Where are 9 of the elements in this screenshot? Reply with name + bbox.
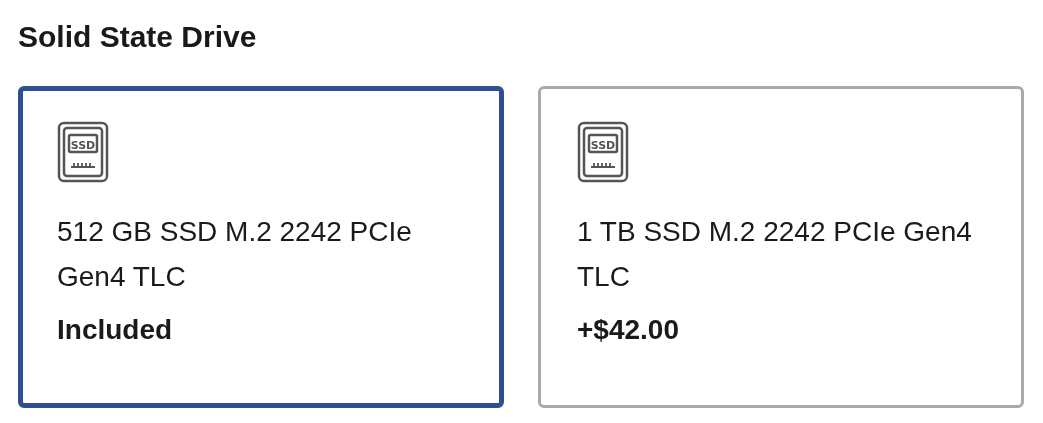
option-card[interactable]: SSD 512 GB SSD M.2 2242 PCIe Gen4 TLC Included (18, 86, 504, 408)
option-card[interactable]: SSD 1 TB SSD M.2 2242 PCIe Gen4 TLC +$42.00 (538, 86, 1024, 408)
option-price: Included (57, 313, 174, 347)
option-name: 512 GB SSD M.2 2242 PCIe Gen4 TLC (57, 215, 413, 294)
option-name: 1 TB SSD M.2 2242 PCIe Gen4 TLC (577, 215, 973, 294)
ssd-icon: SSD (57, 121, 109, 183)
section-title: Solid State Drive (18, 19, 258, 55)
ssd-icon: SSD (577, 121, 629, 183)
option-price: +$42.00 (577, 313, 680, 347)
